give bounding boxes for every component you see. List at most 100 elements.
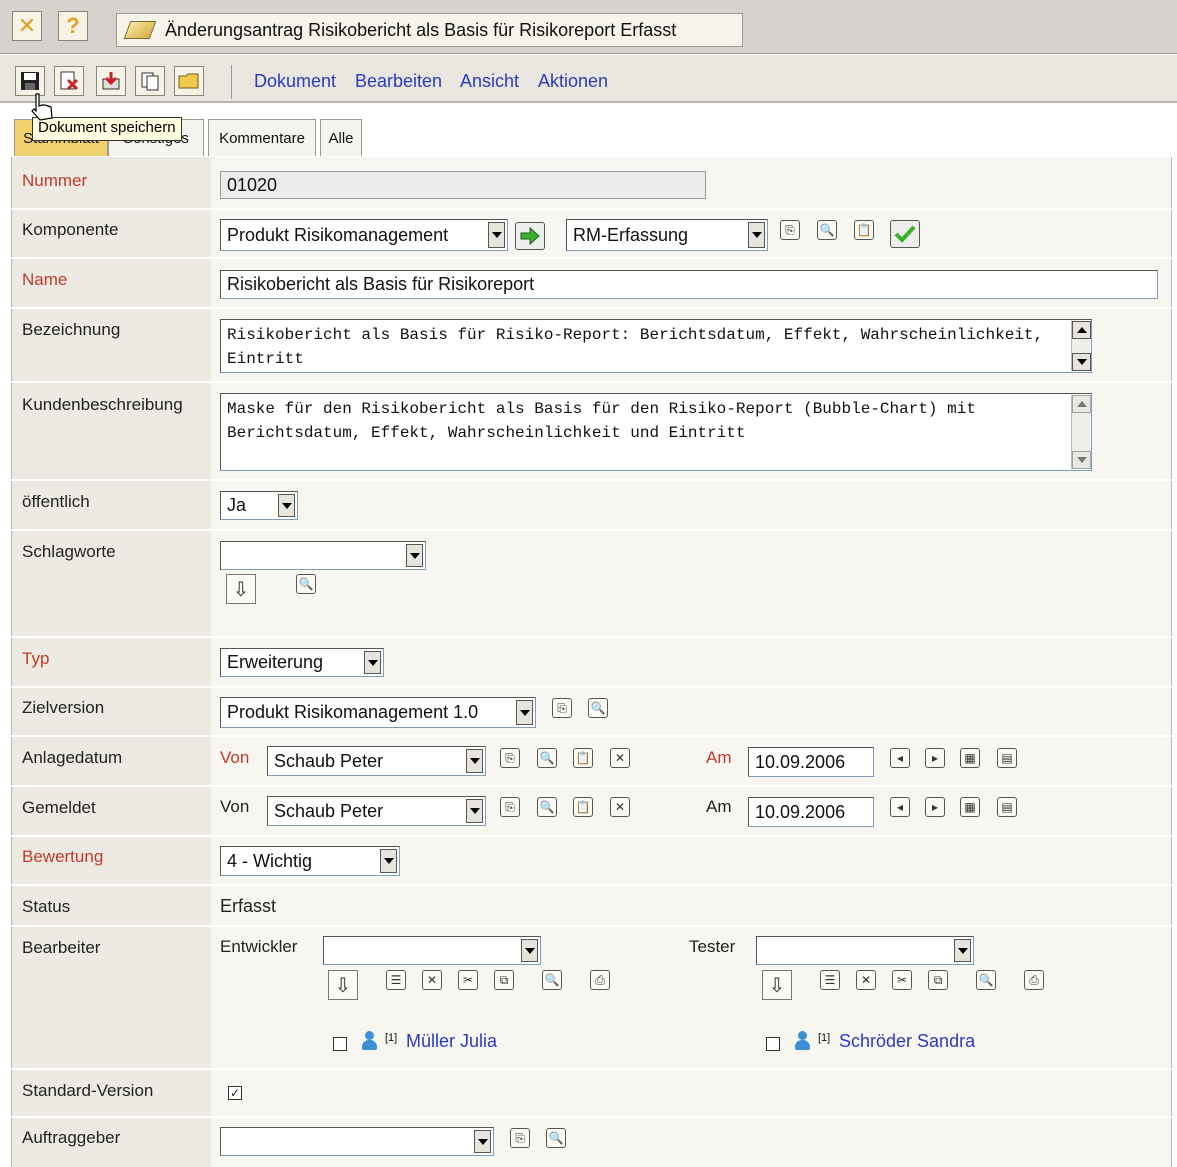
tab-alle[interactable]: Alle (320, 119, 362, 156)
menu-dokument[interactable]: Dokument (254, 71, 336, 92)
print-icon[interactable]: ⎙ (1024, 970, 1044, 990)
chevron-down-icon[interactable] (954, 939, 971, 962)
bewertung-select[interactable]: 4 - Wichtig (220, 846, 400, 876)
copy-icon[interactable]: ⧉ (494, 970, 514, 990)
standard-version-checkbox[interactable]: ✓ (228, 1086, 242, 1100)
zielversion-select[interactable]: Produkt Risikomanagement 1.0 (220, 697, 536, 728)
entwickler-person-checkbox[interactable] (333, 1037, 347, 1051)
kundenbeschreibung-textarea[interactable]: Maske für den Risikobericht als Basis fü… (220, 393, 1092, 471)
search-icon[interactable]: 🔍 (542, 970, 562, 990)
search-icon[interactable]: 🔍 (588, 698, 608, 718)
scrollbar[interactable] (1071, 395, 1091, 469)
anlagedatum-von-select[interactable]: Schaub Peter (267, 746, 486, 776)
search-icon[interactable]: 🔍 (546, 1128, 566, 1148)
next-day-icon[interactable]: ▸ (925, 748, 945, 768)
anlagedatum-am-input[interactable]: 10.09.2006 (748, 747, 874, 777)
cut-icon[interactable]: ✂ (458, 970, 478, 990)
search-icon[interactable]: 🔍 (976, 970, 996, 990)
typ-select[interactable]: Erweiterung (220, 648, 384, 677)
gemeldet-von-select[interactable]: Schaub Peter (267, 796, 486, 826)
calendar-icon[interactable]: ▦ (960, 797, 980, 817)
clear-icon[interactable]: ✕ (610, 797, 630, 817)
detail-icon[interactable]: ⎘ (510, 1128, 530, 1148)
arrow-right-icon[interactable] (515, 222, 545, 250)
chevron-down-icon[interactable] (364, 651, 381, 674)
search-icon[interactable]: 🔍 (817, 220, 837, 240)
entwickler-select[interactable] (323, 936, 541, 965)
scroll-down-icon[interactable] (1072, 353, 1091, 371)
oeffentlich-select[interactable]: Ja (220, 491, 298, 520)
checkmark-icon[interactable] (890, 220, 920, 248)
paste-icon[interactable]: 📋 (854, 220, 874, 240)
detail-icon[interactable]: ⎘ (552, 698, 572, 718)
clear-icon[interactable]: ✕ (856, 970, 876, 990)
paste-icon[interactable]: 📋 (573, 797, 593, 817)
schlagworte-select[interactable] (220, 541, 426, 570)
subkomponente-select[interactable]: RM-Erfassung (566, 219, 768, 251)
scroll-up-icon[interactable] (1072, 321, 1091, 339)
tester-person-checkbox[interactable] (766, 1037, 780, 1051)
bezeichnung-textarea[interactable]: Risikobericht als Basis für Risiko-Repor… (220, 319, 1092, 373)
add-down-arrow-icon[interactable]: ⇩ (328, 970, 358, 1000)
chevron-down-icon[interactable] (466, 749, 483, 773)
add-down-arrow-icon[interactable]: ⇩ (762, 970, 792, 1000)
print-icon[interactable]: ⎙ (590, 970, 610, 990)
chevron-down-icon[interactable] (748, 222, 765, 248)
menu-ansicht[interactable]: Ansicht (460, 71, 519, 92)
export-icon[interactable] (96, 66, 126, 96)
scroll-down-icon[interactable] (1072, 451, 1091, 469)
chevron-down-icon[interactable] (278, 494, 295, 517)
open-folder-icon[interactable] (174, 66, 204, 96)
detail-icon[interactable]: ⎘ (500, 748, 520, 768)
previous-day-icon[interactable]: ◂ (890, 748, 910, 768)
calendar-month-icon[interactable]: ▤ (997, 797, 1017, 817)
add-down-arrow-icon[interactable]: ⇩ (226, 574, 256, 604)
entwickler-person-link[interactable]: Müller Julia (406, 1031, 497, 1052)
tester-person-link[interactable]: Schröder Sandra (839, 1031, 975, 1052)
help-icon[interactable]: ? (58, 11, 88, 41)
copy-icon[interactable] (135, 66, 165, 96)
gemeldet-label: Gemeldet (22, 798, 96, 817)
chevron-down-icon[interactable] (521, 939, 538, 962)
chevron-down-icon[interactable] (474, 1130, 491, 1153)
chevron-down-icon[interactable] (406, 544, 423, 567)
copy-icon[interactable]: ⧉ (928, 970, 948, 990)
name-input[interactable]: Risikobericht als Basis für Risikoreport (220, 270, 1158, 299)
toolbar-separator (231, 65, 232, 99)
scrollbar[interactable] (1071, 321, 1091, 371)
tab-kommentare[interactable]: Kommentare (208, 119, 316, 156)
list-icon[interactable]: ☰ (820, 970, 840, 990)
next-day-icon[interactable]: ▸ (925, 797, 945, 817)
calendar-icon[interactable]: ▦ (960, 748, 980, 768)
gemeldet-am-input[interactable]: 10.09.2006 (748, 797, 874, 827)
cut-icon[interactable]: ✂ (892, 970, 912, 990)
previous-day-icon[interactable]: ◂ (890, 797, 910, 817)
detail-icon[interactable]: ⎘ (780, 220, 800, 240)
menu-bearbeiten[interactable]: Bearbeiten (355, 71, 442, 92)
kundenbeschreibung-label: Kundenbeschreibung (22, 395, 183, 414)
nummer-field: 01020 (220, 171, 706, 199)
detail-icon[interactable]: ⎘ (500, 797, 520, 817)
chevron-down-icon[interactable] (516, 700, 533, 725)
menu-aktionen[interactable]: Aktionen (538, 71, 608, 92)
list-icon[interactable]: ☰ (386, 970, 406, 990)
paste-icon[interactable]: 📋 (573, 748, 593, 768)
calendar-month-icon[interactable]: ▤ (997, 748, 1017, 768)
chevron-down-icon[interactable] (380, 849, 397, 873)
window-title: Änderungsantrag Risikobericht als Basis … (116, 13, 743, 47)
komponente-select[interactable]: Produkt Risikomanagement (220, 219, 508, 251)
search-icon[interactable]: 🔍 (537, 748, 557, 768)
tester-select[interactable] (756, 936, 974, 965)
tester-person-index: [1] (818, 1032, 831, 1044)
chevron-down-icon[interactable] (466, 799, 483, 823)
search-icon[interactable]: 🔍 (296, 574, 316, 594)
clear-icon[interactable]: ✕ (422, 970, 442, 990)
auftraggeber-select[interactable] (220, 1127, 494, 1156)
delete-document-icon[interactable] (54, 66, 84, 96)
close-icon[interactable]: ✕ (12, 11, 42, 41)
chevron-down-icon[interactable] (488, 222, 505, 248)
komponente-label: Komponente (22, 220, 119, 239)
search-icon[interactable]: 🔍 (537, 797, 557, 817)
clear-icon[interactable]: ✕ (610, 748, 630, 768)
scroll-up-icon[interactable] (1072, 395, 1091, 413)
